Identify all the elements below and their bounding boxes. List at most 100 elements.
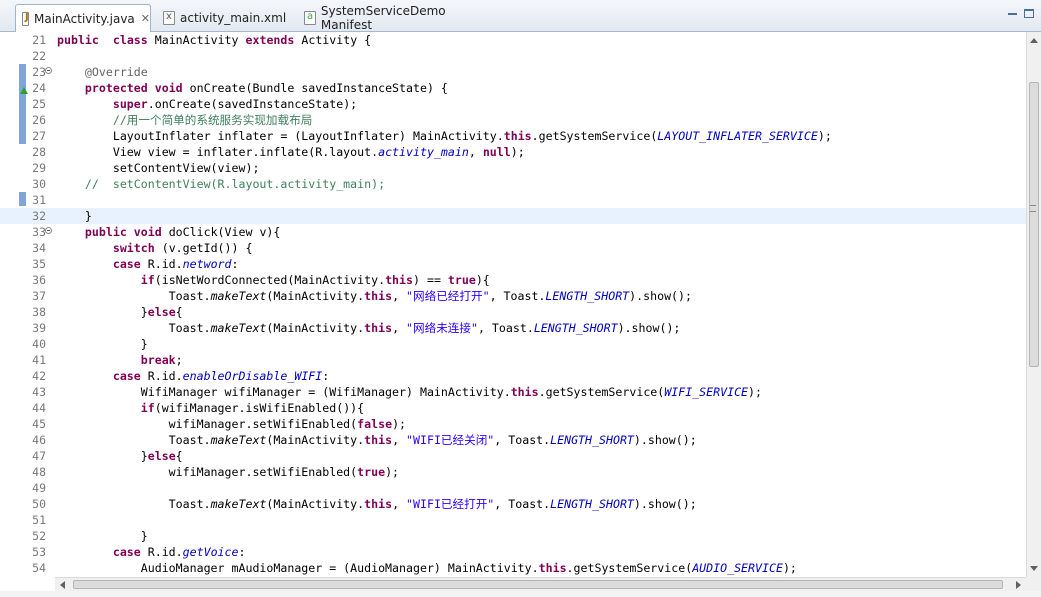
code-line[interactable]: 27 LayoutInflater inflater = (LayoutInfl… — [0, 128, 1026, 144]
code-line[interactable]: 53 case R.id.getVoice: — [0, 544, 1026, 560]
code-line[interactable]: 28 View view = inflater.inflate(R.layout… — [0, 144, 1026, 160]
code-token: , — [392, 433, 407, 447]
code-line[interactable]: 24 protected void onCreate(Bundle savedI… — [0, 80, 1026, 96]
code-text: super.onCreate(savedInstanceState); — [57, 96, 357, 112]
line-number: 40 — [32, 337, 46, 351]
code-token: enableOrDisable_WIFI — [182, 369, 323, 383]
code-token: .getSystemService( — [531, 129, 658, 143]
code-token: ){ — [475, 273, 490, 287]
code-token: makeText — [210, 289, 267, 303]
code-text: switch (v.getId()) { — [57, 240, 253, 256]
code-line[interactable]: 45 wifiManager.setWifiEnabled(false); — [0, 416, 1026, 432]
code-token: , — [392, 289, 407, 303]
fold-collapse-icon[interactable] — [45, 67, 52, 74]
code-line[interactable]: 37 Toast.makeText(MainActivity.this, "网络… — [0, 288, 1026, 304]
code-line[interactable]: 39 Toast.makeText(MainActivity.this, "网络… — [0, 320, 1026, 336]
horizontal-scrollbar[interactable] — [55, 577, 1026, 591]
line-number: 30 — [32, 177, 46, 191]
code-line[interactable]: 40 } — [0, 336, 1026, 352]
code-token: LAYOUT_INFLATER_SERVICE — [657, 129, 818, 143]
code-token: true — [447, 273, 476, 287]
minimize-icon[interactable] — [1007, 9, 1019, 19]
code-line[interactable]: 36 if(isNetWordConnected(MainActivity.th… — [0, 272, 1026, 288]
code-editor[interactable]: 21 public class MainActivity extends Acti… — [0, 32, 1026, 577]
close-icon[interactable]: ✕ — [141, 12, 150, 25]
code-token: this — [503, 129, 532, 143]
maximize-icon[interactable] — [1024, 9, 1034, 18]
code-line[interactable]: 31 — [0, 192, 1026, 208]
code-line[interactable]: 33 public void doClick(View v){ — [0, 224, 1026, 240]
code-token: else — [147, 305, 176, 319]
code-line[interactable]: 50 Toast.makeText(MainActivity.this, "WI… — [0, 496, 1026, 512]
code-line[interactable]: 38 }else{ — [0, 304, 1026, 320]
horizontal-scroll-thumb[interactable] — [73, 580, 1003, 589]
code-line[interactable]: 35 case R.id.netword: — [0, 256, 1026, 272]
code-token: extends — [245, 33, 295, 47]
vertical-scroll-thumb[interactable] — [1029, 82, 1039, 367]
code-line[interactable]: 25 super.onCreate(savedInstanceState); — [0, 96, 1026, 112]
line-number: 36 — [32, 273, 46, 287]
code-text: protected void onCreate(Bundle savedInst… — [57, 80, 448, 96]
tab-mainactivity-java[interactable]: MainActivity.java ✕ — [15, 4, 151, 32]
code-line[interactable]: 44 if(wifiManager.isWifiEnabled()){ — [0, 400, 1026, 416]
code-token: Toast. — [57, 321, 211, 335]
line-number: 54 — [32, 561, 46, 575]
line-number: 41 — [32, 353, 46, 367]
code-line[interactable]: 22 — [0, 48, 1026, 64]
code-line[interactable]: 47 }else{ — [0, 448, 1026, 464]
code-token: wifiManager.setWifiEnabled( — [57, 417, 358, 431]
code-line[interactable]: 32 } — [0, 208, 1026, 224]
code-token: (MainActivity. — [266, 289, 365, 303]
code-line[interactable]: 26 //用一个简单的系统服务实现加载布局 — [0, 112, 1026, 128]
code-token: void — [133, 225, 162, 239]
code-token: this — [364, 497, 393, 511]
code-text: public class MainActivity extends Activi… — [57, 32, 371, 48]
scroll-up-arrow-icon[interactable] — [1030, 38, 1038, 43]
code-line[interactable]: 54 AudioManager mAudioManager = (AudioMa… — [0, 560, 1026, 576]
code-line[interactable]: 34 switch (v.getId()) { — [0, 240, 1026, 256]
code-token: .onCreate(savedInstanceState); — [147, 97, 358, 111]
code-token: this — [364, 433, 393, 447]
code-line[interactable]: 52 } — [0, 528, 1026, 544]
code-line[interactable]: 49 — [0, 480, 1026, 496]
manifest-file-icon — [304, 10, 316, 25]
code-text: Toast.makeText(MainActivity.this, "网络未连接… — [57, 320, 681, 336]
code-text: Toast.makeText(MainActivity.this, "WIFI已… — [57, 496, 697, 512]
code-line[interactable]: 21 public class MainActivity extends Acti… — [0, 32, 1026, 48]
code-text: } — [57, 336, 148, 352]
code-line[interactable]: 23 @Override — [0, 64, 1026, 80]
code-token: this — [510, 385, 539, 399]
code-token: , — [392, 321, 407, 335]
tab-activity-main-xml[interactable]: activity_main.xml — [157, 4, 292, 31]
line-number: 21 — [32, 33, 46, 47]
scroll-right-arrow-icon[interactable] — [1016, 581, 1021, 589]
tab-manifest[interactable]: SystemServiceDemo Manifest — [298, 3, 498, 32]
code-token: case — [112, 369, 141, 383]
vertical-scrollbar[interactable] — [1026, 32, 1041, 577]
code-token: ).show(); — [617, 321, 681, 335]
code-line[interactable]: 29 setContentView(view); — [0, 160, 1026, 176]
code-token: @Override — [84, 65, 148, 79]
code-token: (MainActivity. — [266, 321, 365, 335]
code-text: WifiManager wifiManager = (WifiManager) … — [57, 384, 762, 400]
code-token: LENGTH_SHORT — [550, 433, 634, 447]
code-line[interactable]: 42 case R.id.enableOrDisable_WIFI: — [0, 368, 1026, 384]
code-line[interactable]: 48 wifiManager.setWifiEnabled(true); — [0, 464, 1026, 480]
tab-label: SystemServiceDemo Manifest — [320, 3, 446, 32]
code-line[interactable]: 41 break; — [0, 352, 1026, 368]
code-line[interactable]: 43 WifiManager wifiManager = (WifiManage… — [0, 384, 1026, 400]
code-text: if(wifiManager.isWifiEnabled()){ — [57, 400, 364, 416]
scroll-down-arrow-icon[interactable] — [1030, 566, 1038, 571]
code-line[interactable]: 46 Toast.makeText(MainActivity.this, "WI… — [0, 432, 1026, 448]
code-line[interactable]: 51 — [0, 512, 1026, 528]
code-token: View view = inflater.inflate(R.layout. — [57, 145, 379, 159]
fold-collapse-icon[interactable] — [45, 227, 52, 234]
code-token: (MainActivity. — [266, 433, 365, 447]
code-token: Toast. — [57, 433, 211, 447]
scroll-left-arrow-icon[interactable] — [60, 581, 65, 589]
code-line[interactable]: 30 // setContentView(R.layout.activity_m… — [0, 176, 1026, 192]
code-text: public void doClick(View v){ — [57, 224, 280, 240]
